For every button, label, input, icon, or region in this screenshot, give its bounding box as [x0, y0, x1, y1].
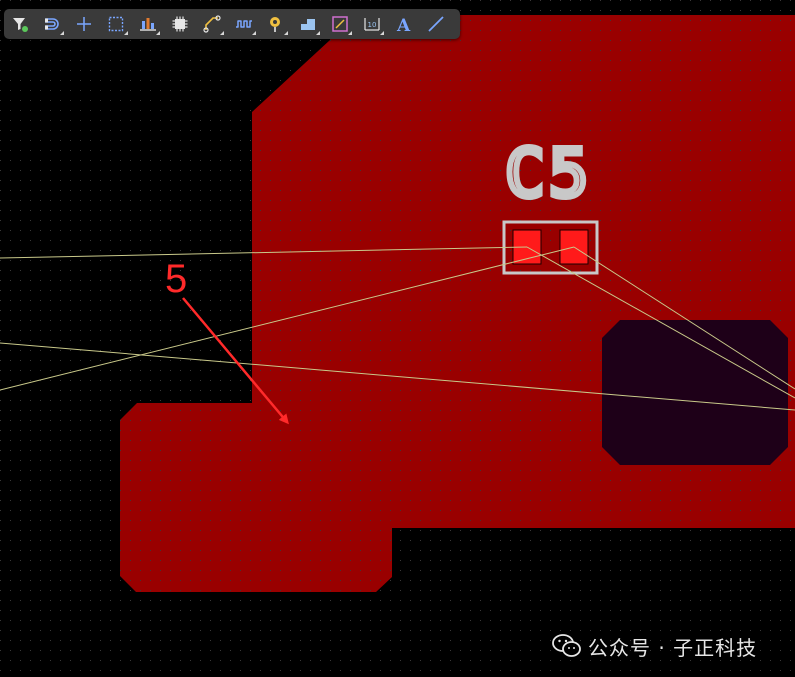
svg-text:10: 10 — [368, 21, 377, 29]
text-icon: A — [396, 16, 411, 33]
component-tool[interactable] — [164, 9, 196, 39]
watermark-text: 公众号 · 子正科技 — [588, 635, 758, 660]
filter-tool[interactable] — [4, 9, 36, 39]
polygon-pour-icon — [301, 19, 315, 30]
crosshair-icon — [77, 17, 91, 31]
filter-icon — [13, 18, 28, 32]
via-tool[interactable] — [260, 9, 292, 39]
component-icon — [172, 16, 188, 32]
keepout-icon — [332, 16, 348, 32]
select-area-icon — [108, 16, 124, 32]
tune-length-tool[interactable] — [228, 9, 260, 39]
route-track-icon — [203, 15, 221, 33]
pcb-canvas[interactable]: C5 5 — [0, 0, 795, 677]
crosshair-tool[interactable] — [68, 9, 100, 39]
align-tool[interactable] — [132, 9, 164, 39]
dimension-tool[interactable]: 10 — [356, 9, 388, 39]
dimension-icon: 10 — [364, 18, 380, 31]
tune-length-icon — [236, 20, 252, 28]
line-icon — [428, 16, 444, 32]
route-track-tool[interactable] — [196, 9, 228, 39]
c5-designator: C5 — [505, 135, 592, 212]
select-area-tool[interactable] — [100, 9, 132, 39]
wechat-icon — [552, 634, 581, 657]
polygon-pour-tool[interactable] — [292, 9, 324, 39]
text-tool[interactable]: A — [388, 9, 420, 39]
snap-tool[interactable] — [36, 9, 68, 39]
snap-magnet-icon — [45, 18, 59, 30]
annotation-number: 5 — [165, 257, 187, 301]
via-icon — [270, 17, 280, 32]
line-tool[interactable] — [420, 9, 452, 39]
svg-text:A: A — [396, 16, 411, 33]
align-icon — [140, 18, 156, 31]
wechat-watermark: 公众号 · 子正科技 — [552, 632, 757, 660]
pcb-toolbar: 10 A — [4, 9, 460, 39]
keepout-tool[interactable] — [324, 9, 356, 39]
